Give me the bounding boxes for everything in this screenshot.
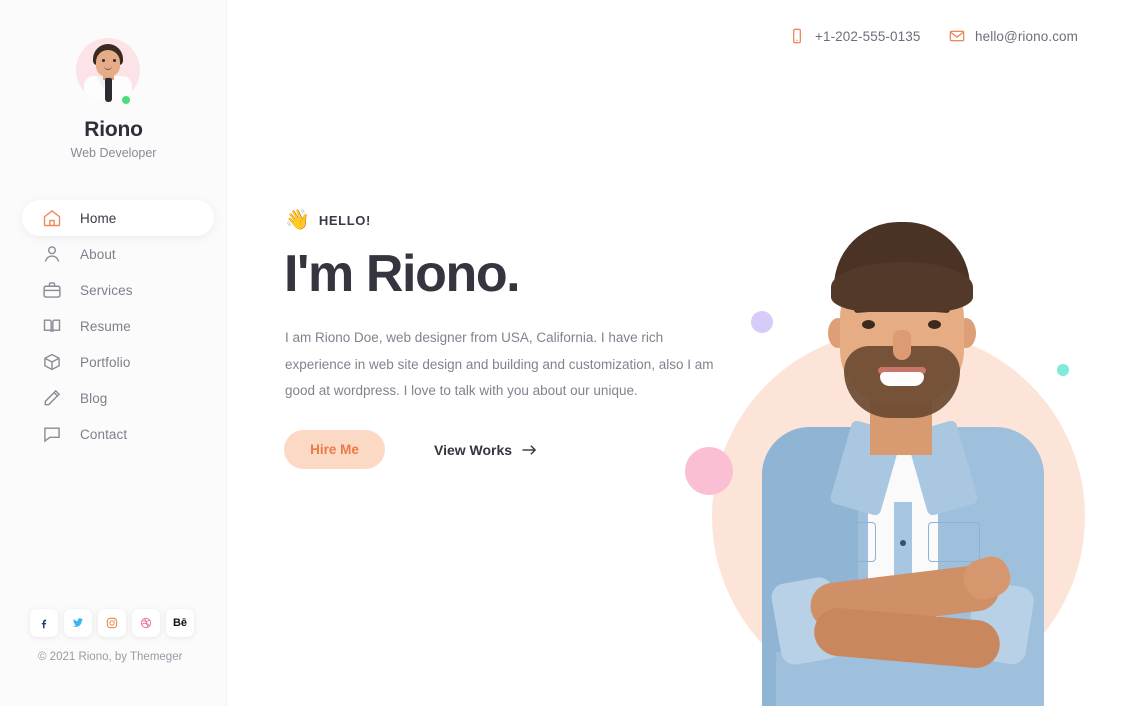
sidebar-item-label: Resume xyxy=(80,318,131,334)
waving-hand-icon: 👋 xyxy=(285,209,310,231)
sidebar-item-home[interactable]: Home xyxy=(22,200,214,236)
view-works-link[interactable]: View Works xyxy=(434,442,538,458)
hero-description: I am Riono Doe, web designer from USA, C… xyxy=(285,330,714,398)
hire-me-button[interactable]: Hire Me xyxy=(284,430,385,469)
instagram-icon[interactable] xyxy=(98,609,126,637)
sidebar-item-about[interactable]: About xyxy=(22,236,214,272)
hero-section: 👋 HELLO! I'm Riono. I am Riono Doe, web … xyxy=(227,0,1139,706)
sidebar-item-portfolio[interactable]: Portfolio xyxy=(22,344,214,380)
decorative-pink-circle xyxy=(685,447,733,495)
hero-portrait-image xyxy=(732,222,1072,706)
sidebar-item-label: About xyxy=(80,246,116,262)
sidebar-item-label: Contact xyxy=(80,426,128,442)
pencil-icon xyxy=(42,388,62,408)
facebook-icon[interactable] xyxy=(30,609,58,637)
cta-row: Hire Me View Works xyxy=(284,430,538,469)
twitter-icon[interactable] xyxy=(64,609,92,637)
box-icon xyxy=(42,352,62,372)
briefcase-icon xyxy=(42,280,62,300)
arrow-right-icon xyxy=(521,443,538,457)
avatar xyxy=(76,38,140,110)
social-links: Bē xyxy=(30,609,194,637)
chat-icon xyxy=(42,424,62,444)
page-root: +1-202-555-0135 hello@riono.com Riono We… xyxy=(0,0,1139,706)
sidebar-item-contact[interactable]: Contact xyxy=(22,416,214,452)
sidebar-item-label: Blog xyxy=(80,390,108,406)
hello-label: HELLO! xyxy=(318,212,371,228)
behance-glyph: Bē xyxy=(172,617,188,629)
sidebar-item-services[interactable]: Services xyxy=(22,272,214,308)
book-icon xyxy=(42,316,62,336)
page-title: I'm Riono. xyxy=(284,245,521,303)
sidebar-nav: Home About Services Resume Portfolio Blo… xyxy=(22,200,214,452)
view-works-label: View Works xyxy=(434,441,513,458)
dribbble-icon[interactable] xyxy=(132,609,160,637)
hello-greeting: 👋 HELLO! xyxy=(285,210,371,230)
sidebar-item-label: Services xyxy=(80,282,133,298)
profile-role: Web Developer xyxy=(70,146,157,160)
copyright-text: © 2021 Riono, by Themeger xyxy=(38,651,183,663)
sidebar-item-label: Home xyxy=(80,210,117,226)
user-icon xyxy=(42,244,62,264)
online-status-indicator xyxy=(120,94,132,106)
sidebar-item-label: Portfolio xyxy=(80,354,131,370)
home-icon xyxy=(42,208,62,228)
sidebar-item-blog[interactable]: Blog xyxy=(22,380,214,416)
profile-name: Riono xyxy=(84,118,143,141)
sidebar: Riono Web Developer Home About Services … xyxy=(0,0,227,706)
behance-icon[interactable]: Bē xyxy=(166,609,194,637)
sidebar-item-resume[interactable]: Resume xyxy=(22,308,214,344)
avatar-image xyxy=(76,38,140,102)
